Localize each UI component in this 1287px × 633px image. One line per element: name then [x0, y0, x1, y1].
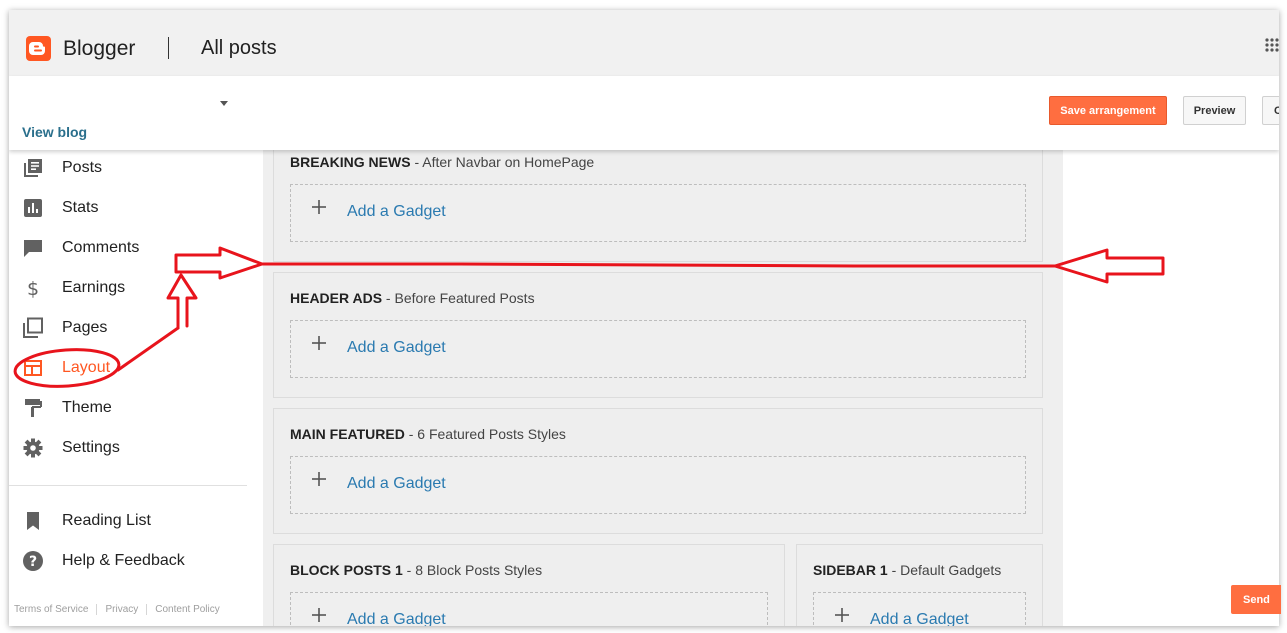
- sidebar-item-pages[interactable]: Pages: [9, 308, 259, 348]
- layout-icon: [22, 357, 44, 379]
- sidebar-item-label: Reading List: [62, 512, 151, 529]
- sidebar-item-theme[interactable]: Theme: [9, 388, 259, 428]
- sidebar-item-earnings[interactable]: $ Earnings: [9, 268, 259, 308]
- layout-section-header-ads: HEADER ADS - Before Featured Posts Add a…: [273, 272, 1043, 398]
- plus-icon: [835, 608, 849, 622]
- sidebar-item-help-feedback[interactable]: ? Help & Feedback: [9, 541, 259, 581]
- sidebar-item-label: Posts: [62, 159, 103, 176]
- footer-separator: [146, 604, 148, 615]
- layout-section-block-posts-1: BLOCK POSTS 1 - 8 Block Posts Styles Add…: [273, 544, 785, 626]
- add-gadget-link[interactable]: Add a Gadget: [870, 611, 969, 626]
- plus-icon: [312, 200, 326, 214]
- paint-roller-icon: [22, 397, 44, 419]
- bookmark-icon: [22, 510, 44, 532]
- sidebar-item-label: Stats: [62, 199, 99, 216]
- stats-icon: [22, 197, 44, 219]
- sidebar-divider: [9, 485, 247, 486]
- sidebar-item-label: Pages: [62, 319, 108, 336]
- sidebar-item-label: Theme: [62, 399, 112, 416]
- browser-viewport: Blogger All posts View blog Save arrange…: [9, 10, 1279, 626]
- layout-section-sidebar-1: SIDEBAR 1 - Default Gadgets Add a Gadget: [796, 544, 1043, 626]
- layout-section-main-featured: MAIN FEATURED - 6 Featured Posts Styles …: [273, 408, 1043, 534]
- plus-icon: [312, 336, 326, 350]
- privacy-link[interactable]: Privacy: [105, 604, 138, 615]
- pages-icon: [22, 317, 44, 339]
- apps-grid-icon[interactable]: [1265, 38, 1279, 52]
- sidebar-item-label: Comments: [62, 239, 140, 256]
- action-bar: View blog Save arrangement Preview C: [9, 76, 1279, 150]
- add-gadget-box[interactable]: Add a Gadget: [290, 592, 768, 626]
- sidebar-item-posts[interactable]: Posts: [9, 148, 259, 188]
- view-blog-link[interactable]: View blog: [22, 124, 87, 140]
- section-title: MAIN FEATURED - 6 Featured Posts Styles: [290, 426, 566, 442]
- send-feedback-button[interactable]: Send: [1231, 585, 1281, 614]
- sidebar-item-label: Settings: [62, 439, 120, 456]
- blogger-logo-icon[interactable]: [26, 36, 51, 61]
- right-empty-area: [1063, 150, 1279, 626]
- svg-text:?: ?: [29, 554, 37, 570]
- footer-separator: [96, 604, 98, 615]
- sidebar-nav: Posts Stats Comments $ Earnings Pages La…: [9, 150, 259, 626]
- dollar-icon: $: [22, 277, 44, 299]
- layout-section-breaking-news: BREAKING NEWS - After Navbar on HomePage…: [273, 140, 1043, 262]
- sidebar-item-label: Earnings: [62, 279, 126, 296]
- add-gadget-box[interactable]: Add a Gadget: [290, 184, 1026, 242]
- sidebar-item-comments[interactable]: Comments: [9, 228, 259, 268]
- comments-icon: [22, 237, 44, 259]
- plus-icon: [312, 608, 326, 622]
- add-gadget-box[interactable]: Add a Gadget: [290, 320, 1026, 378]
- section-title: BLOCK POSTS 1 - 8 Block Posts Styles: [290, 562, 543, 578]
- add-gadget-link[interactable]: Add a Gadget: [347, 475, 446, 493]
- blog-selector-chevron-down-icon[interactable]: [217, 98, 231, 108]
- gear-icon: [22, 437, 44, 459]
- brand-name: Blogger: [63, 37, 136, 60]
- title-divider: [168, 37, 169, 59]
- sidebar-item-stats[interactable]: Stats: [9, 188, 259, 228]
- section-title: BREAKING NEWS - After Navbar on HomePage: [290, 154, 595, 170]
- add-gadget-box[interactable]: Add a Gadget: [813, 592, 1026, 626]
- clear-edits-button[interactable]: C: [1262, 96, 1279, 125]
- add-gadget-link[interactable]: Add a Gadget: [347, 203, 446, 221]
- terms-of-service-link[interactable]: Terms of Service: [14, 604, 88, 615]
- add-gadget-link[interactable]: Add a Gadget: [347, 339, 446, 357]
- add-gadget-box[interactable]: Add a Gadget: [290, 456, 1026, 514]
- help-icon: ?: [22, 550, 44, 572]
- sidebar-item-label: Help & Feedback: [62, 552, 185, 569]
- section-title: SIDEBAR 1 - Default Gadgets: [813, 562, 1002, 578]
- sidebar-item-settings[interactable]: Settings: [9, 428, 259, 468]
- footer-links: Terms of Service Privacy Content Policy: [14, 604, 220, 615]
- content-policy-link[interactable]: Content Policy: [155, 604, 219, 615]
- posts-icon: [22, 157, 44, 179]
- section-title: HEADER ADS - Before Featured Posts: [290, 290, 535, 306]
- preview-button[interactable]: Preview: [1183, 96, 1246, 125]
- top-app-bar: Blogger All posts: [9, 10, 1279, 76]
- svg-text:$: $: [27, 278, 39, 298]
- sidebar-item-layout[interactable]: Layout: [9, 348, 259, 388]
- save-arrangement-button[interactable]: Save arrangement: [1049, 96, 1167, 125]
- sidebar-item-reading-list[interactable]: Reading List: [9, 501, 259, 541]
- page-title: All posts: [201, 37, 277, 59]
- add-gadget-link[interactable]: Add a Gadget: [347, 611, 446, 626]
- plus-icon: [312, 472, 326, 486]
- sidebar-item-label: Layout: [62, 359, 111, 376]
- layout-canvas: BREAKING NEWS - After Navbar on HomePage…: [263, 140, 1063, 626]
